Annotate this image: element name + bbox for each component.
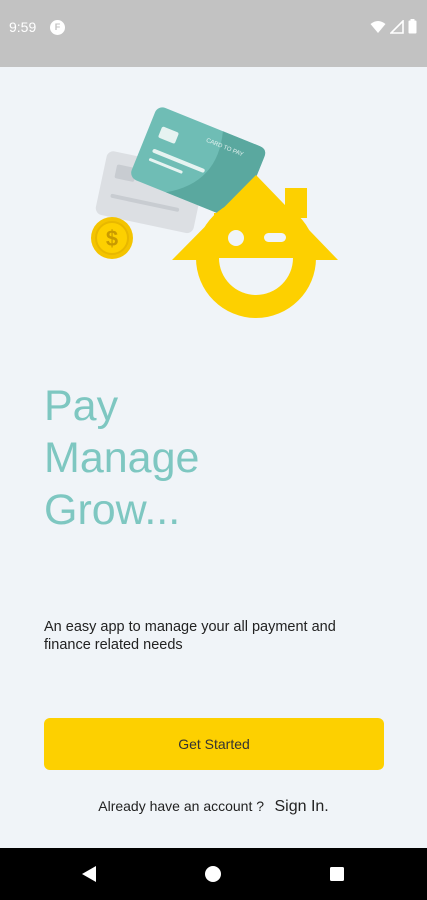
recents-icon xyxy=(330,867,344,881)
app-notification-icon: F xyxy=(50,20,65,35)
headline-line-grow: Grow... xyxy=(44,486,181,534)
get-started-button[interactable]: Get Started xyxy=(44,718,384,770)
wifi-icon xyxy=(370,20,386,33)
signin-row: Already have an account ? Sign In. xyxy=(0,798,427,816)
headline: Pay Manage Grow... xyxy=(44,380,199,536)
signin-prompt: Already have an account ? xyxy=(98,798,265,814)
back-icon xyxy=(82,866,96,882)
coin-icon: $ xyxy=(91,217,133,259)
sign-in-link[interactable]: Sign In. xyxy=(274,798,328,815)
status-icons xyxy=(370,19,417,34)
nav-bar xyxy=(0,848,427,900)
headline-line-pay: Pay xyxy=(44,382,119,430)
hero-illustration: CARD TO PAY $ xyxy=(91,107,338,318)
recents-button[interactable] xyxy=(311,848,363,900)
headline-line-manage: Manage xyxy=(44,434,200,482)
back-button[interactable] xyxy=(63,848,115,900)
home-icon xyxy=(205,866,221,882)
subtitle: An easy app to manage your all payment a… xyxy=(44,619,336,653)
status-time: 9:59 xyxy=(9,19,37,35)
home-button[interactable] xyxy=(187,848,239,900)
coin-symbol: $ xyxy=(106,226,118,251)
signal-icon xyxy=(390,19,404,34)
status-bar: 9:59 F xyxy=(0,0,427,67)
battery-icon xyxy=(408,19,417,34)
